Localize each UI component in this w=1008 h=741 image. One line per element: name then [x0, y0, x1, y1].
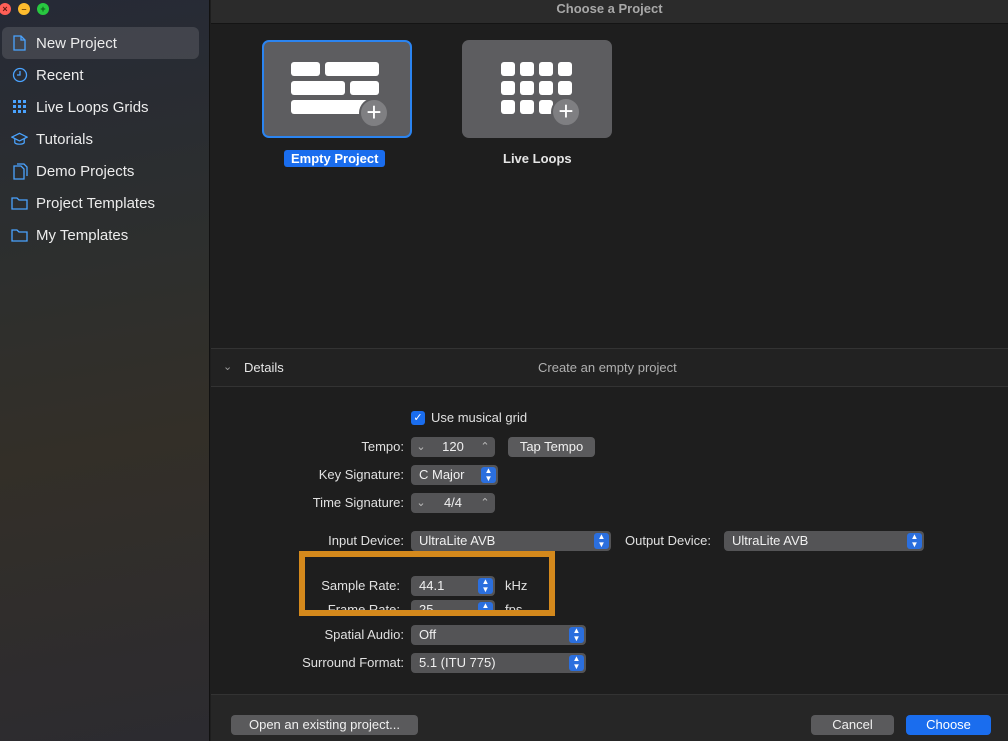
time-signature-stepper[interactable]: ⌄ 4/4 ⌃: [411, 493, 495, 513]
spatial-audio-label: Spatial Audio:: [324, 627, 404, 642]
maximize-window-button[interactable]: +: [37, 3, 49, 15]
sidebar-item-live-loops-grids[interactable]: Live Loops Grids: [2, 91, 199, 123]
details-title: Details: [244, 360, 284, 375]
select-arrows-icon: ▲ ▼: [481, 467, 496, 483]
tempo-stepper[interactable]: ⌄ 120 ⌃: [411, 437, 495, 457]
project-chooser-window: × – + New Project Recent Live Loops Grid…: [0, 0, 1008, 741]
tap-tempo-button[interactable]: Tap Tempo: [508, 437, 595, 457]
open-existing-project-button[interactable]: Open an existing project...: [231, 715, 418, 735]
clock-icon: [11, 67, 28, 84]
output-device-value: UltraLite AVB: [732, 533, 809, 548]
folder-icon: [11, 195, 28, 212]
sidebar-item-project-templates[interactable]: Project Templates: [2, 187, 199, 219]
key-signature-label: Key Signature:: [318, 467, 404, 482]
input-device-select[interactable]: UltraLite AVB ▲ ▼: [411, 531, 611, 551]
sample-rate-highlight: Sample Rate: 44.1 ▲ ▼ kHz Frame Rate: 25 …: [299, 551, 555, 616]
increment-icon[interactable]: ⌃: [477, 437, 493, 457]
live-loops-label: Live Loops: [503, 151, 572, 166]
use-musical-grid-checkbox[interactable]: ✓: [411, 411, 425, 425]
surround-format-label: Surround Format:: [302, 655, 404, 670]
frame-rate-label: Frame Rate:: [327, 602, 400, 616]
sidebar-item-label: Live Loops Grids: [36, 98, 149, 116]
details-description: Create an empty project: [538, 360, 677, 375]
folder-icon: [11, 227, 28, 244]
input-device-label: Input Device:: [328, 533, 404, 548]
empty-project-tile[interactable]: +: [262, 40, 412, 138]
sidebar-item-label: My Templates: [36, 226, 129, 244]
select-arrows-icon: ▲ ▼: [569, 627, 584, 643]
grid-icon: [11, 99, 28, 116]
key-signature-value: C Major: [419, 467, 465, 482]
sidebar-item-recent[interactable]: Recent: [2, 59, 199, 91]
chevron-down-icon[interactable]: ⌄: [223, 360, 232, 373]
choose-button[interactable]: Choose: [906, 715, 991, 735]
output-device-select[interactable]: UltraLite AVB ▲ ▼: [724, 531, 924, 551]
sample-rate-select[interactable]: 44.1 ▲ ▼: [411, 576, 495, 596]
tempo-label: Tempo:: [361, 439, 404, 454]
sidebar-item-tutorials[interactable]: Tutorials: [2, 123, 199, 155]
cancel-button[interactable]: Cancel: [811, 715, 894, 735]
sidebar-item-label: Demo Projects: [36, 162, 135, 180]
sample-rate-label: Sample Rate:: [321, 578, 400, 593]
use-musical-grid-label: Use musical grid: [431, 410, 528, 425]
select-arrows-icon: ▲ ▼: [478, 578, 493, 594]
graduation-cap-icon: [11, 131, 28, 148]
sample-rate-unit: kHz: [505, 578, 528, 593]
documents-icon: [11, 162, 28, 180]
project-type-gallery: + Empty Project + Live Loops: [211, 24, 1008, 348]
add-icon: +: [359, 98, 389, 128]
window-controls: × – +: [0, 3, 49, 15]
sidebar-nav: New Project Recent Live Loops Grids Tuto…: [2, 27, 199, 251]
empty-project-label: Empty Project: [284, 150, 386, 167]
minimize-window-button[interactable]: –: [18, 3, 30, 15]
window-title: Choose a Project: [211, 0, 1008, 24]
sidebar: × – + New Project Recent Live Loops Grid…: [0, 0, 210, 741]
sample-rate-value: 44.1: [419, 578, 445, 593]
details-header[interactable]: ⌄ Details Create an empty project: [211, 348, 1008, 387]
main-panel: Choose a Project + Empty Project + Live …: [211, 0, 1008, 741]
sidebar-item-label: New Project: [36, 34, 117, 52]
surround-format-select[interactable]: 5.1 (ITU 775) ▲ ▼: [411, 653, 586, 673]
close-window-button[interactable]: ×: [0, 3, 11, 15]
sidebar-item-demo-projects[interactable]: Demo Projects: [2, 155, 199, 187]
select-arrows-icon: ▲ ▼: [478, 602, 493, 610]
live-loops-tile[interactable]: +: [462, 40, 612, 138]
spatial-audio-select[interactable]: Off ▲ ▼: [411, 625, 586, 645]
key-signature-select[interactable]: C Major ▲ ▼: [411, 465, 498, 485]
frame-rate-value: 25: [419, 602, 434, 616]
select-arrows-icon: ▲ ▼: [569, 655, 584, 671]
sidebar-item-label: Project Templates: [36, 194, 155, 212]
output-device-label: Output Device:: [625, 533, 711, 548]
increment-icon[interactable]: ⌃: [477, 493, 493, 513]
details-form: ✓ Use musical grid Tempo: ⌄ 120 ⌃ Tap Te…: [211, 388, 1008, 694]
sidebar-item-label: Tutorials: [36, 130, 93, 148]
add-icon: +: [551, 97, 581, 127]
select-arrows-icon: ▲ ▼: [594, 533, 609, 549]
sidebar-item-new-project[interactable]: New Project: [2, 27, 199, 59]
spatial-audio-value: Off: [419, 627, 437, 642]
document-icon: [11, 35, 28, 52]
time-signature-label: Time Signature:: [312, 495, 404, 510]
frame-rate-select[interactable]: 25 ▲ ▼: [411, 600, 495, 616]
sidebar-item-label: Recent: [36, 66, 84, 84]
dialog-footer: Open an existing project... Cancel Choos…: [211, 694, 1008, 741]
surround-format-value: 5.1 (ITU 775): [419, 655, 496, 670]
input-device-value: UltraLite AVB: [419, 533, 496, 548]
frame-rate-unit: fps: [505, 602, 523, 616]
sidebar-item-my-templates[interactable]: My Templates: [2, 219, 199, 251]
select-arrows-icon: ▲ ▼: [907, 533, 922, 549]
